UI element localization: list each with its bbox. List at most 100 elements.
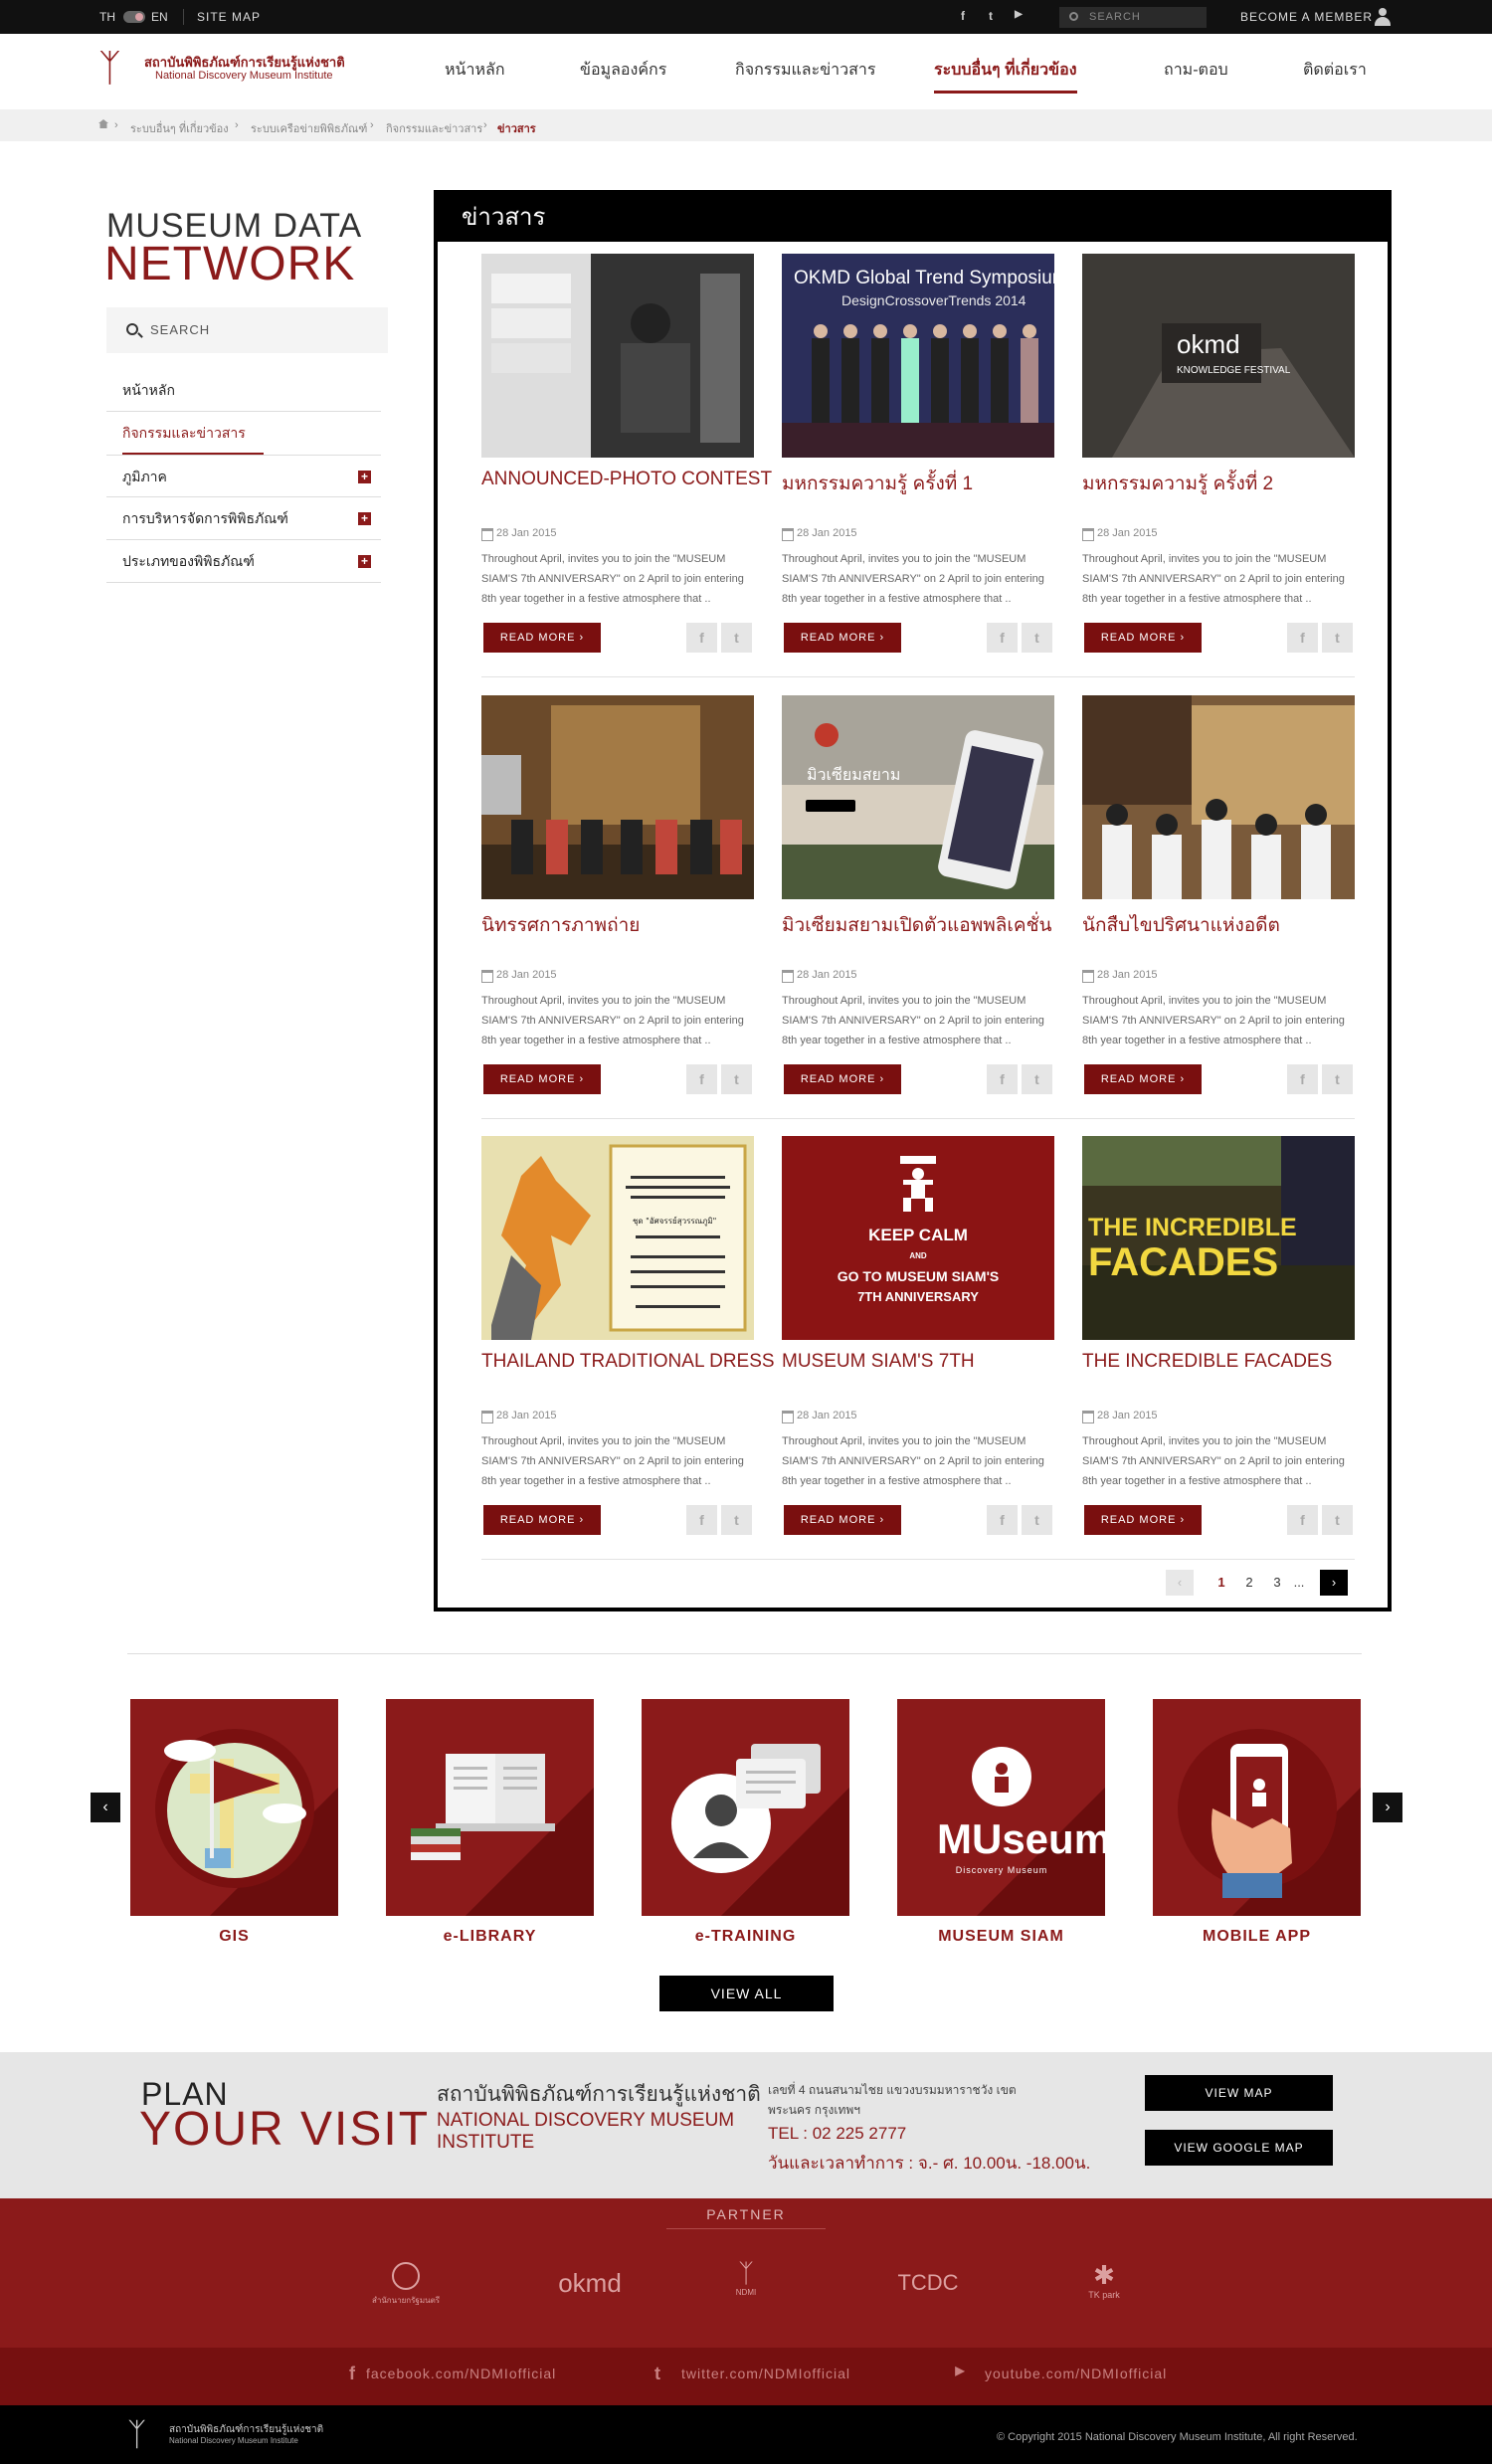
twitter-share-icon[interactable]: t xyxy=(1322,1505,1353,1535)
read-more-button[interactable]: READ MORE › xyxy=(1084,623,1202,653)
nav-about[interactable]: ข้อมูลองค์กร xyxy=(580,58,666,83)
sidebar-item-museum-types[interactable]: ประเภทของพิพิธภัณฑ์ + xyxy=(106,540,381,583)
sidebar-item-activities[interactable]: กิจกรรมและข่าวสาร xyxy=(106,412,381,455)
home-icon[interactable] xyxy=(98,119,108,128)
facebook-share-icon[interactable]: f xyxy=(987,623,1018,653)
site-logo[interactable]: ᛉ สถาบันพิพิธภัณฑ์การเรียนรู้แห่งชาติ Na… xyxy=(98,44,347,94)
read-more-button[interactable]: READ MORE › xyxy=(1084,1064,1202,1094)
news-title[interactable]: นักสืบไขปริศนาแห่งอดีต xyxy=(1082,910,1381,940)
site-map-link[interactable]: SITE MAP xyxy=(197,10,261,24)
twitter-link[interactable]: twitter.com/NDMIofficial xyxy=(681,2366,850,2381)
news-title[interactable]: THAILAND TRADITIONAL DRESS xyxy=(481,1351,780,1373)
twitter-share-icon[interactable]: t xyxy=(1322,1064,1353,1094)
facebook-share-icon[interactable]: f xyxy=(686,623,717,653)
nav-faq[interactable]: ถาม-ตอบ xyxy=(1164,58,1228,83)
carousel-prev-button[interactable]: ‹ xyxy=(91,1793,120,1822)
view-map-button[interactable]: VIEW MAP xyxy=(1145,2075,1333,2111)
facebook-link[interactable]: facebook.com/NDMIofficial xyxy=(366,2366,556,2381)
view-google-map-button[interactable]: VIEW GOOGLE MAP xyxy=(1145,2130,1333,2166)
sidebar-item-management[interactable]: การบริหารจัดการพิพิธภัณฑ์ + xyxy=(106,497,381,540)
sidebar-item-region[interactable]: ภูมิภาค + xyxy=(106,455,381,497)
news-image[interactable]: THE INCREDIBLE FACADES xyxy=(1082,1136,1355,1340)
user-icon[interactable] xyxy=(1374,8,1392,26)
service-tile-elibrary[interactable] xyxy=(386,1699,594,1916)
nav-contact[interactable]: ติดต่อเรา xyxy=(1303,58,1367,83)
read-more-button[interactable]: READ MORE › xyxy=(483,1505,601,1535)
read-more-button[interactable]: READ MORE › xyxy=(784,623,901,653)
pagination-next[interactable]: › xyxy=(1320,1570,1348,1596)
news-image[interactable] xyxy=(481,254,754,458)
sidebar-item-home[interactable]: หน้าหลัก xyxy=(106,369,381,412)
facebook-share-icon[interactable]: f xyxy=(1287,623,1318,653)
service-tile-museum-siam[interactable]: MUseum Siam Discovery Museum xyxy=(897,1699,1105,1916)
news-title[interactable]: มหกรรมความรู้ ครั้งที่ 1 xyxy=(782,469,1080,498)
news-image[interactable]: KEEP CALM AND GO TO MUSEUM SIAM'S 7TH ANNIV… xyxy=(782,1136,1054,1340)
read-more-button[interactable]: READ MORE › xyxy=(784,1064,901,1094)
expand-icon[interactable]: + xyxy=(358,471,371,483)
news-image[interactable]: OKMD Global Trend Symposium DesignCrossov… xyxy=(782,254,1054,458)
read-more-button[interactable]: READ MORE › xyxy=(784,1505,901,1535)
view-all-button[interactable]: VIEW ALL xyxy=(659,1976,834,2011)
partner-logo-opm[interactable]: สำนักนายกรัฐมนตรี xyxy=(366,2262,446,2307)
expand-icon[interactable]: + xyxy=(358,555,371,568)
search-input[interactable]: SEARCH xyxy=(1059,7,1207,28)
partner-logo-ndmi[interactable]: ᛉ NDMI xyxy=(726,2260,766,2297)
nav-home[interactable]: หน้าหลัก xyxy=(445,58,505,83)
service-label[interactable]: e-LIBRARY xyxy=(386,1928,594,1946)
become-member-link[interactable]: BECOME A MEMBER xyxy=(1240,10,1373,24)
twitter-share-icon[interactable]: t xyxy=(721,623,752,653)
twitter-share-icon[interactable]: t xyxy=(1022,623,1052,653)
lang-th[interactable]: TH xyxy=(99,10,115,24)
expand-icon[interactable]: + xyxy=(358,512,371,525)
nav-related-systems[interactable]: ระบบอื่นๆ ที่เกี่ยวข้อง xyxy=(934,58,1077,94)
facebook-share-icon[interactable]: f xyxy=(987,1505,1018,1535)
facebook-share-icon[interactable]: f xyxy=(987,1064,1018,1094)
breadcrumb-item[interactable]: ระบบอื่นๆ ที่เกี่ยวข้อง xyxy=(130,119,229,137)
pagination-prev[interactable]: ‹ xyxy=(1166,1570,1194,1596)
language-toggle[interactable] xyxy=(123,11,145,23)
telephone[interactable]: TEL : 02 225 2777 xyxy=(768,2124,906,2144)
service-tile-gis[interactable] xyxy=(130,1699,338,1916)
news-image[interactable]: okmd KNOWLEDGE FESTIVAL xyxy=(1082,254,1355,458)
footer-logo-icon[interactable]: ᛉ xyxy=(127,2415,146,2453)
read-more-button[interactable]: READ MORE › xyxy=(483,1064,601,1094)
news-title[interactable]: นิทรรศการภาพถ่าย xyxy=(481,910,780,940)
facebook-share-icon[interactable]: f xyxy=(686,1505,717,1535)
partner-logo-tcdc[interactable]: TCDC xyxy=(883,2270,973,2296)
service-tile-etraining[interactable] xyxy=(642,1699,849,1916)
service-label[interactable]: MUSEUM SIAM xyxy=(897,1928,1105,1946)
facebook-share-icon[interactable]: f xyxy=(1287,1505,1318,1535)
youtube-icon[interactable]: ▶ xyxy=(1013,9,1025,23)
carousel-next-button[interactable]: › xyxy=(1373,1793,1402,1822)
breadcrumb-item[interactable]: กิจกรรมและข่าวสาร xyxy=(386,119,482,137)
youtube-link[interactable]: youtube.com/NDMIofficial xyxy=(985,2366,1167,2381)
news-image[interactable] xyxy=(1082,695,1355,899)
twitter-share-icon[interactable]: t xyxy=(1022,1064,1052,1094)
breadcrumb-item[interactable]: ระบบเครือข่ายพิพิธภัณฑ์ xyxy=(251,119,367,137)
news-title[interactable]: THE INCREDIBLE FACADES xyxy=(1082,1351,1381,1373)
nav-activities[interactable]: กิจกรรมและข่าวสาร xyxy=(735,58,875,83)
facebook-share-icon[interactable]: f xyxy=(686,1064,717,1094)
pagination-page[interactable]: 2 xyxy=(1235,1570,1263,1596)
news-image[interactable]: มิวเซียมสยาม xyxy=(782,695,1054,899)
news-title[interactable]: มหกรรมความรู้ ครั้งที่ 2 xyxy=(1082,469,1381,498)
facebook-icon[interactable]: f xyxy=(957,9,969,23)
news-image[interactable] xyxy=(481,695,754,899)
service-tile-mobile-app[interactable] xyxy=(1153,1699,1361,1916)
news-title[interactable]: ANNOUNCED-PHOTO CONTEST xyxy=(481,469,780,490)
pagination-page[interactable]: 1 xyxy=(1208,1570,1235,1596)
partner-logo-tkpark[interactable]: ✱ TK park xyxy=(1079,2260,1129,2300)
news-title[interactable]: มิวเซียมสยามเปิดตัวแอพพลิเคชั่น xyxy=(782,910,1080,940)
news-title[interactable]: MUSEUM SIAM'S 7TH xyxy=(782,1351,1080,1373)
twitter-icon[interactable]: t xyxy=(985,9,997,23)
service-label[interactable]: MOBILE APP xyxy=(1153,1928,1361,1946)
lang-en[interactable]: EN xyxy=(151,10,168,24)
twitter-share-icon[interactable]: t xyxy=(1322,623,1353,653)
news-image[interactable]: ชุด "อัศจรรย์สุวรรณภูมิ" xyxy=(481,1136,754,1340)
twitter-share-icon[interactable]: t xyxy=(1022,1505,1052,1535)
sidebar-search-input[interactable]: SEARCH xyxy=(106,307,388,353)
service-label[interactable]: e-TRAINING xyxy=(642,1928,849,1946)
facebook-share-icon[interactable]: f xyxy=(1287,1064,1318,1094)
twitter-share-icon[interactable]: t xyxy=(721,1505,752,1535)
read-more-button[interactable]: READ MORE › xyxy=(1084,1505,1202,1535)
